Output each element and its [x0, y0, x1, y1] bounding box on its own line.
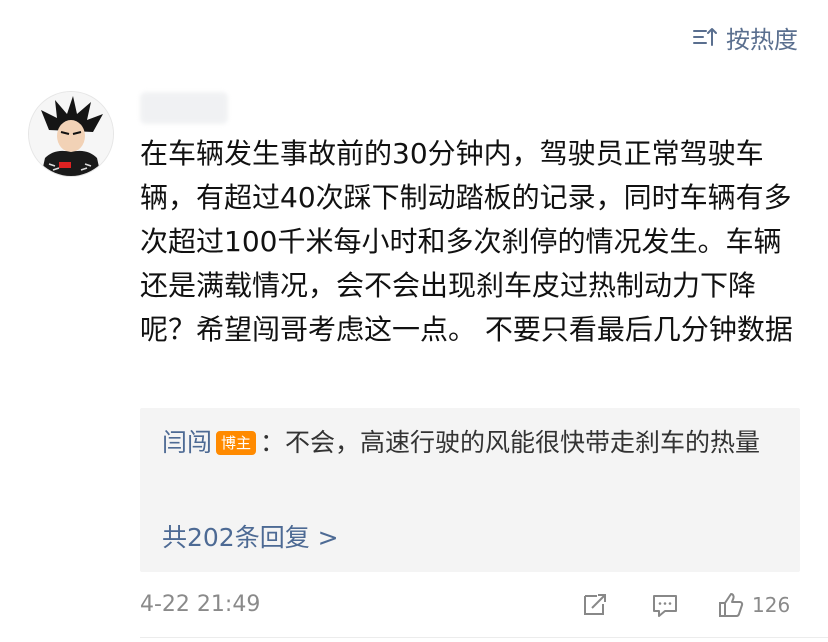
author-badge: 博主 [216, 431, 257, 455]
sort-by-hot-button[interactable]: 按热度 [692, 20, 798, 54]
reply-content: 闫闯 博主 ：不会，高速行驶的风能很快带走刹车的热量 [162, 422, 778, 464]
share-button[interactable] [580, 588, 610, 622]
like-icon [719, 593, 744, 617]
comment-time: 4-22 21:49 [140, 592, 261, 617]
username[interactable] [140, 92, 228, 124]
reply-separator: ： [260, 428, 286, 457]
sort-hot-icon [693, 28, 717, 46]
divider [140, 637, 828, 638]
sort-label: 按热度 [726, 25, 798, 54]
comment-button[interactable] [650, 588, 680, 622]
comment-icon [653, 595, 677, 617]
share-icon [584, 594, 606, 615]
like-count: 126 [752, 593, 791, 617]
like-button[interactable]: 126 [716, 588, 790, 622]
comment-text: 在车辆发生事故前的30分钟内，驾驶员正常驾驶车辆，有超过40次踩下制动踏板的记录… [140, 137, 793, 346]
reply-text: 不会，高速行驶的风能很快带走刹车的热量 [285, 428, 761, 457]
avatar-image [29, 92, 113, 176]
more-replies-link[interactable]: 共202条回复 > [162, 518, 339, 558]
avatar[interactable] [28, 91, 114, 177]
reply-box[interactable]: 闫闯 博主 ：不会，高速行驶的风能很快带走刹车的热量 共202条回复 > [140, 408, 800, 572]
reply-author[interactable]: 闫闯 [162, 428, 212, 457]
